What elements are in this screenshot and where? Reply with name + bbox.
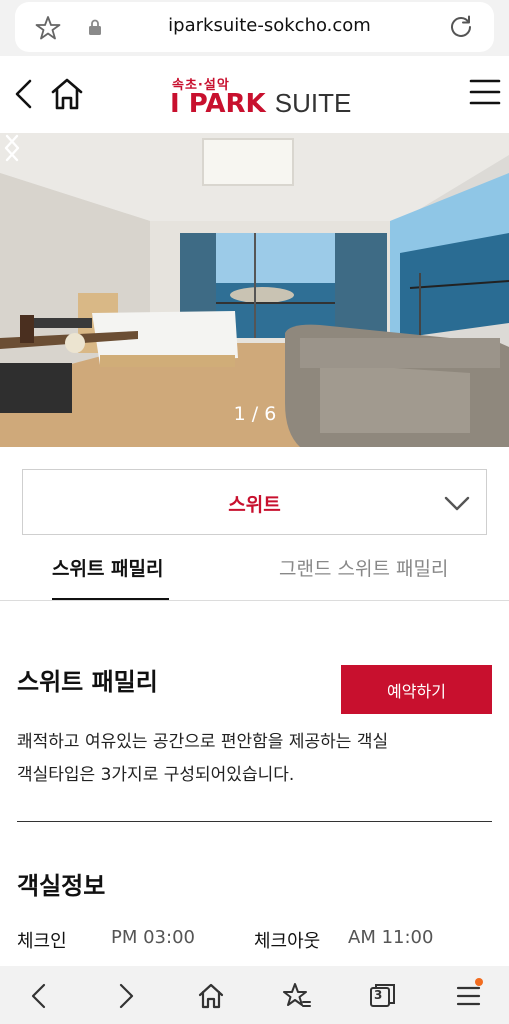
browser-home-icon[interactable] <box>197 982 225 1010</box>
description-line-2: 객실타입은 3가지로 구성되어있습니다. <box>17 765 295 785</box>
room-photo <box>0 133 509 447</box>
checkout-value: AM 11:00 <box>348 927 434 948</box>
room-type-select[interactable]: 스위트 <box>22 469 487 535</box>
tabs-button[interactable]: 3 <box>369 982 397 1010</box>
bookmark-star-icon[interactable] <box>35 15 61 41</box>
browser-bottom-bar: 3 <box>0 966 509 1024</box>
checkin-value: PM 03:00 <box>111 927 195 948</box>
logo-suite: SUITE <box>274 88 352 118</box>
room-title: 스위트 패밀리 <box>17 668 158 696</box>
notification-dot <box>475 978 483 986</box>
checkout-label: 체크아웃 <box>254 931 321 952</box>
room-tabs: 스위트 패밀리 그랜드 스위트 패밀리 <box>0 540 509 601</box>
hamburger-menu-icon[interactable] <box>469 76 501 108</box>
section-divider <box>17 821 492 822</box>
tab-suite-family[interactable]: 스위트 패밀리 <box>52 554 164 581</box>
home-icon[interactable] <box>50 77 84 111</box>
lock-icon <box>89 19 101 35</box>
slider-counter: 1 / 6 <box>233 403 277 425</box>
reload-icon[interactable] <box>448 14 474 40</box>
menu-icon <box>456 986 481 1006</box>
room-description: 쾌적하고 여유있는 공간으로 편안함을 제공하는 객실 객실타입은 3가지로 구… <box>17 726 388 792</box>
tab-count: 3 <box>374 988 383 1002</box>
back-arrow-icon[interactable] <box>12 78 36 110</box>
browser-forward-icon[interactable] <box>112 982 140 1010</box>
tab-grand-suite-family[interactable]: 그랜드 스위트 패밀리 <box>279 554 448 581</box>
reserve-button[interactable]: 예약하기 <box>341 665 492 714</box>
description-line-1: 쾌적하고 여유있는 공간으로 편안함을 제공하는 객실 <box>17 732 389 752</box>
bookmarks-icon[interactable] <box>283 982 311 1010</box>
url-text[interactable]: iparksuite-sokcho.com <box>115 15 424 36</box>
slider-next-icon[interactable] <box>0 133 24 163</box>
browser-menu-button[interactable] <box>455 978 483 1010</box>
chevron-down-icon <box>444 496 470 511</box>
site-logo[interactable]: 속초·설악 I PARK SUITE <box>170 74 351 120</box>
checkin-label: 체크인 <box>17 931 67 952</box>
logo-brand: I PARK <box>170 89 266 119</box>
address-bar[interactable]: iparksuite-sokcho.com <box>15 2 494 52</box>
logo-wordmark: I PARK SUITE <box>170 88 351 119</box>
browser-back-icon[interactable] <box>25 982 53 1010</box>
active-tab-indicator <box>52 598 169 600</box>
site-header: 속초·설악 I PARK SUITE <box>0 56 509 133</box>
room-type-value: 스위트 <box>228 494 281 516</box>
room-photo-slider[interactable]: 1 / 6 <box>0 133 509 447</box>
browser-toolbar: iparksuite-sokcho.com <box>0 0 509 56</box>
room-info-title: 객실정보 <box>17 872 106 900</box>
